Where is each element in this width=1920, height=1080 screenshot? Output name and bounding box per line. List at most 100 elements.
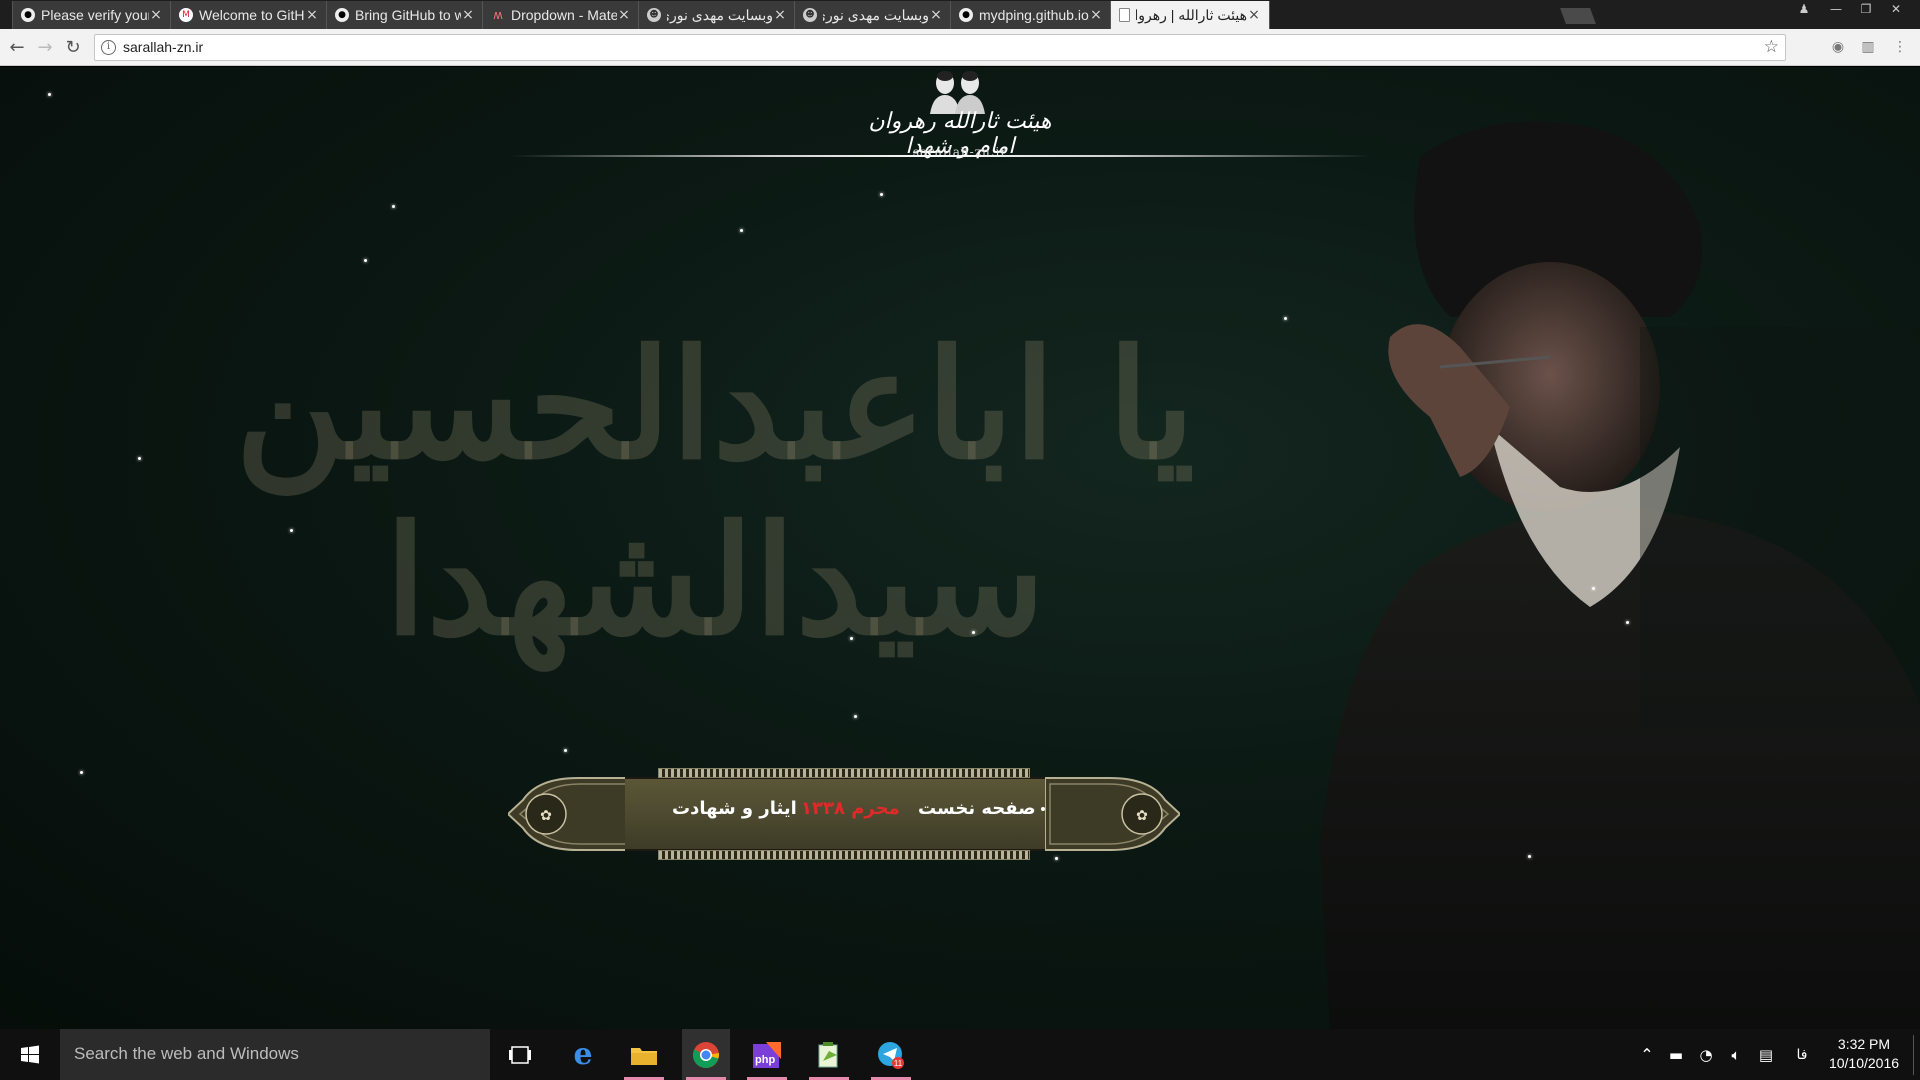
tab-github-verify[interactable]: ● Please verify your email × <box>12 1 172 29</box>
svg-text:✿: ✿ <box>540 808 552 824</box>
star-sparkle <box>392 205 395 208</box>
chrome-icon <box>692 1041 720 1068</box>
tab-title: Bring GitHub to work <box>355 7 461 23</box>
avatar-icon: ☻ <box>647 8 661 22</box>
menu-icon[interactable]: ⋮ <box>1892 39 1908 55</box>
star-sparkle <box>972 631 975 634</box>
camera-extension-icon[interactable]: ◉ <box>1830 39 1846 55</box>
nav-link-sacrifice-martyrdom[interactable]: ایثار و شهادت <box>672 798 797 819</box>
close-tab-icon[interactable]: × <box>149 7 163 23</box>
info-icon[interactable]: i <box>101 40 116 55</box>
windows-taskbar: Search the web and Windows e php 11 ⌃ ▬ … <box>0 1029 1920 1080</box>
star-sparkle <box>564 749 567 752</box>
nav-link-home[interactable]: صفحه نخست <box>918 798 1036 819</box>
minimize-window-button[interactable]: — <box>1822 0 1850 18</box>
show-desktop-button[interactable] <box>1913 1035 1914 1075</box>
start-button[interactable] <box>0 1029 60 1080</box>
star-sparkle <box>364 259 367 262</box>
site-logo[interactable]: هیئت ثارالله رهروان امام و شهدا sarallah… <box>860 67 1060 162</box>
bookmark-star-icon[interactable]: ☆ <box>1764 37 1779 57</box>
taskbar-telegram[interactable]: 11 <box>867 1029 915 1080</box>
tab-sarallah-active[interactable]: هیئت ثارالله | رهروان × <box>1110 1 1270 29</box>
tab-materialize-dropdown[interactable]: ʍ Dropdown - Materialize × <box>482 1 640 29</box>
star-sparkle <box>80 771 83 774</box>
close-tab-icon[interactable]: × <box>773 7 787 23</box>
restore-window-button[interactable]: ❐ <box>1852 0 1880 18</box>
browser-toolbar: ← → ↻ i sarallah-zn.ir ☆ ◉ ▥ ⋮ <box>0 29 1920 66</box>
wifi-icon[interactable]: ◔ <box>1694 1029 1718 1080</box>
tab-mydping-github[interactable]: ● mydping.github.io/ × <box>950 1 1112 29</box>
telegram-unread-badge: 11 <box>894 1059 903 1068</box>
star-sparkle <box>1626 621 1629 624</box>
tab-title: Dropdown - Materialize <box>511 7 617 23</box>
tab-mahdi-nouri-1[interactable]: ☻ وبسایت مهدی نوری × <box>638 1 796 29</box>
github-icon: ● <box>335 8 349 22</box>
input-language-indicator[interactable]: فا <box>1790 1029 1814 1080</box>
github-icon: ● <box>959 8 973 22</box>
battery-icon[interactable]: ▬ <box>1664 1029 1688 1080</box>
reload-icon[interactable]: ↻ <box>62 37 84 59</box>
page-icon <box>1119 8 1130 22</box>
profile-icon[interactable]: ♟ <box>1790 0 1818 18</box>
notepad-icon <box>818 1041 838 1067</box>
windows-logo-icon <box>21 1045 39 1064</box>
clock-time: 3:32 PM <box>1837 1036 1891 1052</box>
taskbar-file-explorer[interactable] <box>620 1029 668 1080</box>
nav-link-muharram[interactable]: محرم ۱۳۳۸ <box>801 798 900 819</box>
browser-tab-strip: ● Please verify your email × M Welcome t… <box>0 0 1920 29</box>
search-placeholder: Search the web and Windows <box>74 1044 299 1063</box>
taskbar-search-box[interactable]: Search the web and Windows <box>60 1029 490 1080</box>
system-clock[interactable]: 3:32 PM 10/10/2016 <box>1822 1035 1906 1073</box>
trash-extension-icon[interactable]: ▥ <box>1860 39 1876 55</box>
svg-text:✿: ✿ <box>1136 808 1148 824</box>
nav-ornament-left: ✿ <box>508 777 643 851</box>
telegram-icon: 11 <box>878 1041 904 1069</box>
close-tab-icon[interactable]: × <box>1089 7 1103 23</box>
edge-icon: e <box>573 1037 593 1072</box>
volume-icon[interactable]: 🔈︎ <box>1724 1029 1748 1080</box>
star-sparkle <box>290 529 293 532</box>
nav-ornament-band-top <box>658 768 1030 778</box>
main-navigation: ✿ ✿ صفحه نخست محرم ۱۳۳۸ ایثار و شهادت <box>508 760 1180 868</box>
close-tab-icon[interactable]: × <box>461 7 475 23</box>
phpstorm-label: php <box>755 1054 775 1066</box>
calligraphy-banner: یا اباعبدالحسین سیدالشهدا <box>95 277 1335 669</box>
taskbar-chrome[interactable] <box>682 1029 730 1080</box>
taskbar-edge[interactable]: e <box>559 1029 607 1080</box>
show-hidden-icons-chevron-icon[interactable]: ⌃ <box>1635 1029 1659 1080</box>
web-page: یا اباعبدالحسین سیدالشهدا هیئت ثارالله ر… <box>0 67 1920 1029</box>
phpstorm-icon: php <box>753 1041 781 1068</box>
logo-divider-line <box>510 155 1370 157</box>
tab-title: وبسایت مهدی نوری <box>667 6 773 23</box>
close-window-button[interactable]: ✕ <box>1882 0 1910 18</box>
nav-ornament-band-bottom <box>658 850 1030 860</box>
tab-title: Welcome to GitHub <box>199 7 305 23</box>
star-sparkle <box>850 637 853 640</box>
forward-arrow-icon[interactable]: → <box>34 37 56 59</box>
taskbar-phpstorm[interactable]: php <box>743 1029 791 1080</box>
close-tab-icon[interactable]: × <box>1247 7 1261 23</box>
new-tab-button[interactable] <box>1560 8 1596 24</box>
star-sparkle <box>740 229 743 232</box>
address-bar[interactable]: i sarallah-zn.ir ☆ <box>94 34 1786 61</box>
portraits-image <box>930 71 985 114</box>
clock-date: 10/10/2016 <box>1828 1055 1900 1071</box>
tab-bring-github[interactable]: ● Bring GitHub to work × <box>326 1 484 29</box>
tab-welcome-github[interactable]: M Welcome to GitHub × <box>170 1 328 29</box>
github-icon: ● <box>21 8 35 22</box>
nav-bullet <box>1041 807 1045 811</box>
close-tab-icon[interactable]: × <box>617 7 631 23</box>
close-tab-icon[interactable]: × <box>305 7 319 23</box>
tab-title: هیئت ثارالله | رهروان <box>1136 6 1247 23</box>
close-tab-icon[interactable]: × <box>929 7 943 23</box>
action-center-icon[interactable]: ▤ <box>1754 1029 1778 1080</box>
tab-title: mydping.github.io/ <box>979 7 1089 23</box>
tab-title: وبسایت مهدی نوری <box>823 6 929 23</box>
taskbar-notepad[interactable] <box>805 1029 853 1080</box>
task-view-button[interactable] <box>496 1029 544 1080</box>
back-arrow-icon[interactable]: ← <box>6 37 28 59</box>
url-text[interactable]: sarallah-zn.ir <box>123 39 203 55</box>
calligraphy-text: یا اباعبدالحسین سیدالشهدا <box>235 317 1195 669</box>
gmail-icon: M <box>179 8 193 22</box>
tab-mahdi-nouri-2[interactable]: ☻ وبسایت مهدی نوری × <box>794 1 952 29</box>
